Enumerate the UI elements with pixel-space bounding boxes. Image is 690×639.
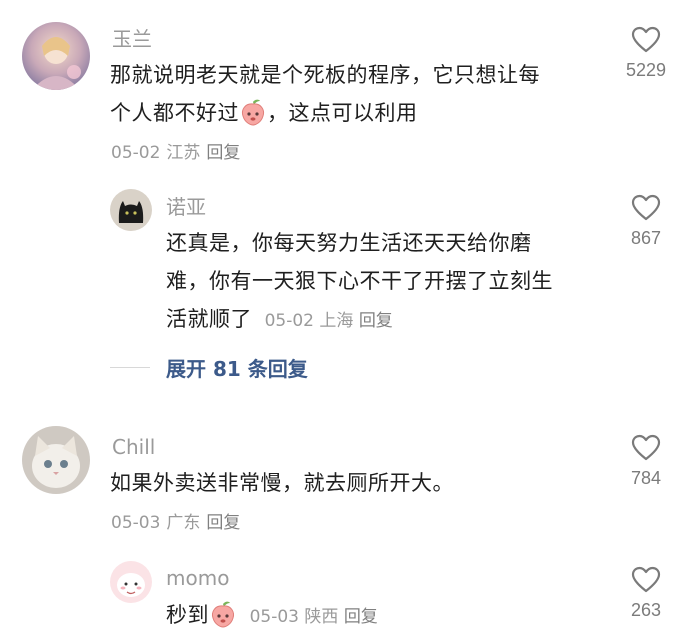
like-count: 784 xyxy=(630,468,662,488)
comment-date: 05-03 xyxy=(111,513,161,533)
comment-location: 江苏 xyxy=(166,143,201,163)
username[interactable]: momo xyxy=(166,566,229,590)
comment-date: 05-03 xyxy=(249,607,299,627)
like-button[interactable]: 5229 xyxy=(611,26,681,81)
comment-text-part: 还真是，你每天努力生活还天天给你磨 xyxy=(166,231,532,255)
comment-text-part: 个人都不好过 xyxy=(110,101,239,125)
comment-date: 05-02 xyxy=(264,311,314,331)
reply-button[interactable]: 回复 xyxy=(359,311,393,331)
comment-location: 陕西 xyxy=(304,607,339,627)
like-button[interactable]: 784 xyxy=(611,434,681,489)
comment-text-part: 那就说明老天就是个死板的程序，它只想让每 xyxy=(110,63,540,87)
peach-face-emoji xyxy=(242,99,264,126)
heart-outline-icon[interactable] xyxy=(631,566,661,593)
username[interactable]: 诺亚 xyxy=(166,195,206,219)
comment-meta: 05-03 陕西 回复 xyxy=(244,607,378,627)
comment-text-part: 秒到 xyxy=(166,603,209,627)
like-button[interactable]: 263 xyxy=(611,566,681,621)
divider xyxy=(110,366,150,368)
username[interactable]: Chill xyxy=(112,435,155,459)
like-count: 5229 xyxy=(625,60,667,80)
like-button[interactable]: 867 xyxy=(611,194,681,249)
avatar[interactable] xyxy=(22,22,90,90)
comment-location: 广东 xyxy=(166,513,201,533)
comment-date: 05-02 xyxy=(111,143,161,163)
comment-text: 如果外卖送非常慢，就去厕所开大。 xyxy=(110,471,454,495)
peach-face-emoji xyxy=(212,601,234,628)
comment-meta: 05-03 广东 回复 xyxy=(111,512,240,534)
heart-outline-icon[interactable] xyxy=(631,26,661,53)
expand-replies-label[interactable]: 展开 81 条回复 xyxy=(166,353,308,382)
heart-outline-icon[interactable] xyxy=(631,194,661,221)
comment-text: 那就说明老天就是个死板的程序，它只想让每 个人都不好过 ，这点可以利用 xyxy=(110,56,600,132)
avatar[interactable] xyxy=(110,561,152,603)
comment-text-part: 难，你有一天狠下心不干了开摆了立刻生 xyxy=(166,269,553,293)
expand-replies-button[interactable]: 展开 81 条回复 xyxy=(110,352,308,382)
comment-text: 还真是，你每天努力生活还天天给你磨 难，你有一天狠下心不干了开摆了立刻生 活就顺… xyxy=(166,224,606,340)
heart-outline-icon[interactable] xyxy=(631,434,661,461)
username[interactable]: 玉兰 xyxy=(112,27,152,51)
avatar[interactable] xyxy=(110,189,152,231)
reply-button[interactable]: 回复 xyxy=(344,607,378,627)
comment-location: 上海 xyxy=(319,311,354,331)
comment-text-part: ，这点可以利用 xyxy=(267,101,418,125)
comment-text-part: 活就顺了 xyxy=(166,307,252,331)
comment-list: 玉兰 那就说明老天就是个死板的程序，它只想让每 个人都不好过 ，这点可以利用 0… xyxy=(0,0,690,639)
comment-meta: 05-02 上海 回复 xyxy=(259,311,393,331)
avatar[interactable] xyxy=(22,426,90,494)
reply-button[interactable]: 回复 xyxy=(206,513,240,533)
like-count: 867 xyxy=(630,228,662,248)
comment-meta: 05-02 江苏 回复 xyxy=(111,142,240,164)
reply-button[interactable]: 回复 xyxy=(206,143,240,163)
comment-text: 秒到 05-03 陕西 回复 xyxy=(166,596,606,636)
like-count: 263 xyxy=(630,600,662,620)
